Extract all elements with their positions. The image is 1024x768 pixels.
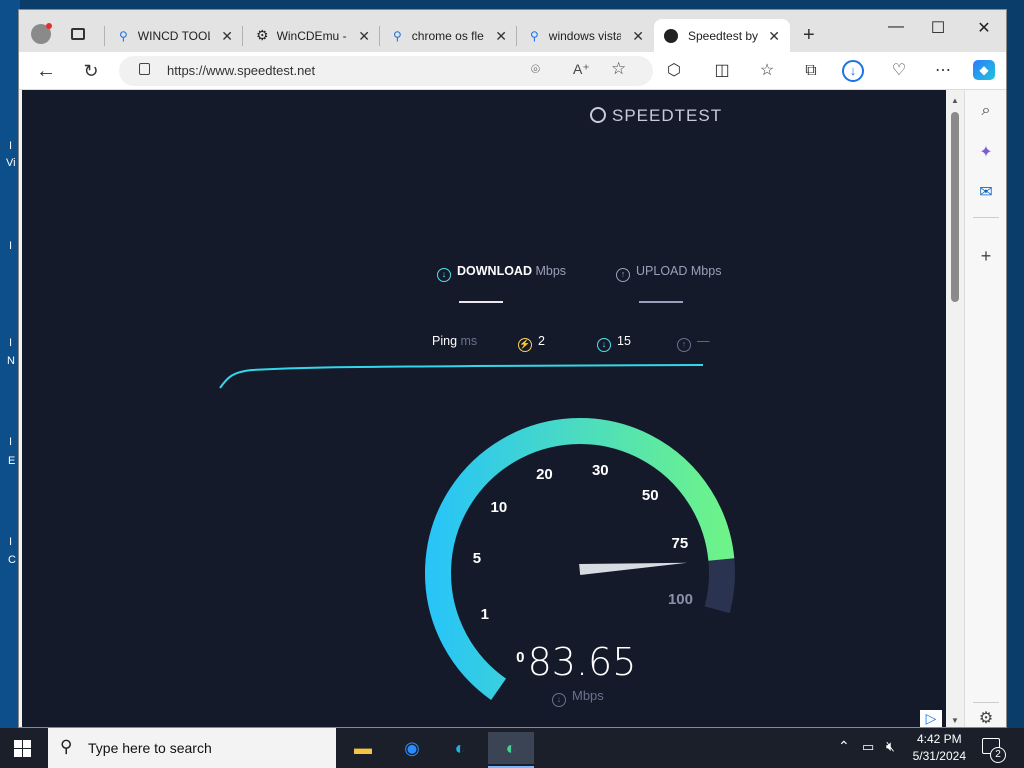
gauge-tick-label: 5 (472, 550, 482, 568)
read-aloud-icon[interactable]: A⁺ (573, 61, 590, 78)
back-icon[interactable]: ← (34, 60, 58, 82)
maximize-button[interactable]: ☐ (927, 18, 949, 38)
close-tab-icon[interactable]: ✕ (358, 28, 370, 45)
file-explorer-icon[interactable]: ▬ (343, 732, 383, 764)
volume-muted-icon[interactable]: 🔇︎ (886, 738, 895, 755)
taskbar-clock[interactable]: 4:42 PM 5/31/2024 (913, 731, 966, 765)
edge-dev-icon[interactable]: ◐ (488, 732, 534, 764)
outlook-icon[interactable]: ✉ (975, 182, 997, 204)
speedtest-icon (664, 28, 678, 43)
new-tab-button[interactable]: + (803, 24, 815, 47)
desktop-label: E (8, 455, 16, 467)
close-tab-icon[interactable]: ✕ (768, 28, 780, 45)
address-bar[interactable]: https://www.speedtest.net ⌾ A⁺ ☆ (119, 56, 653, 86)
search-icon: ⚲ (530, 28, 539, 43)
desktop-label: Vi (6, 157, 16, 169)
notification-dot (46, 23, 52, 29)
windows-start-icon[interactable] (14, 740, 31, 757)
notification-count-badge: 2 (990, 747, 1006, 763)
speedtest-page: SPEEDTEST ↓ DOWNLOAD Mbps ↑ UPLOAD Mbps Pi… (22, 90, 946, 727)
desktop-label: I (9, 140, 13, 152)
gauge-tick-label: 20 (536, 466, 553, 484)
lock-icon (139, 63, 150, 75)
close-tab-icon[interactable]: ✕ (632, 28, 644, 45)
ad-choices-icon[interactable]: ▷ (920, 710, 942, 727)
split-screen-icon[interactable]: ◫ (710, 60, 734, 82)
search-icon[interactable]: ⌕ (975, 102, 997, 124)
refresh-icon[interactable]: ↻ (79, 60, 103, 82)
tab-chrome-os[interactable]: ⚲ chrome os fle ✕ (383, 19, 517, 52)
gauge-tick-label: 50 (641, 487, 659, 505)
search-icon: ⚲ (119, 28, 128, 43)
add-sidebar-app-icon[interactable]: + (975, 246, 997, 268)
scroll-thumb[interactable] (951, 112, 959, 302)
browser-window: ⚲ WINCD TOOL ✕ ⚙ WinCDEmu - ✕ ⚲ chrome o… (18, 9, 1007, 728)
search-icon: ⚲ (393, 28, 402, 43)
gauge-tick-label: 1 (480, 605, 489, 623)
collections-icon[interactable]: ⧉ (799, 60, 823, 82)
download-arrow-icon: ↓ (552, 693, 566, 707)
copilot-icon[interactable]: ◆ (973, 60, 995, 80)
scroll-up-icon[interactable]: ▲ (951, 96, 959, 105)
gauge-tick-label: 100 (667, 590, 693, 608)
desktop-label: I (9, 240, 13, 252)
extensions-icon[interactable]: ⬡ (662, 60, 686, 82)
copilot-sidebar-icon[interactable]: ✦ (975, 142, 997, 164)
desktop-label: C (8, 554, 16, 566)
location-icon[interactable]: ⌾ (531, 61, 540, 78)
browser-essentials-icon[interactable]: ♡ (887, 60, 911, 82)
search-icon: ⚲ (60, 737, 73, 756)
browser-toolbar: ← ↻ https://www.speedtest.net ⌾ A⁺ ☆ ⬡ ◫… (19, 52, 1006, 90)
downloads-icon[interactable]: ↓ (842, 60, 864, 82)
tab-windows-vista[interactable]: ⚲ windows vista ✕ (520, 19, 654, 52)
tab-wincd-tool[interactable]: ⚲ WINCD TOOL ✕ (109, 19, 243, 52)
gauge-needle (579, 562, 688, 575)
desktop-label: I (9, 337, 13, 349)
favorite-star-icon[interactable]: ☆ (611, 59, 626, 79)
desktop-label: I (9, 436, 13, 448)
minimize-button[interactable]: — (885, 18, 907, 38)
desktop-label: I (9, 536, 13, 548)
favorites-icon[interactable]: ☆ (755, 60, 779, 82)
url-text[interactable]: https://www.speedtest.net (167, 63, 315, 78)
desktop-label: N (7, 355, 15, 367)
edge-sidebar: ⌕ ✦ ✉ + ⚙ (964, 90, 1006, 727)
taskbar-search[interactable]: ⚲ Type here to search (48, 728, 336, 768)
chrome-icon[interactable]: ◉ (392, 732, 432, 764)
close-tab-icon[interactable]: ✕ (221, 28, 233, 45)
speed-gauge (425, 418, 735, 700)
tab-wincdemu[interactable]: ⚙ WinCDEmu - ✕ (246, 19, 380, 52)
page-scrollbar[interactable]: ▲ ▼ (946, 90, 964, 727)
gauge-tick-label: 75 (671, 534, 689, 552)
more-options-icon[interactable]: ⋯ (931, 60, 955, 82)
desktop-background: I Vi I I N I E I C (0, 0, 20, 728)
settings-gear-icon[interactable]: ⚙ (975, 708, 997, 730)
edge-icon[interactable]: ◐ (440, 732, 480, 764)
gauge-tick-label: 30 (591, 461, 609, 479)
close-tab-icon[interactable]: ✕ (495, 28, 507, 45)
speed-value: 83.65 (527, 640, 637, 684)
tab-actions-icon[interactable] (71, 28, 85, 40)
speed-unit: ↓ Mbps (552, 688, 604, 707)
network-icon[interactable]: ▭ (862, 739, 874, 755)
gear-icon: ⚙ (256, 27, 269, 43)
chevron-up-icon[interactable]: ⌃ (838, 738, 850, 755)
close-window-button[interactable]: ✕ (973, 18, 995, 38)
scroll-down-icon[interactable]: ▼ (951, 716, 959, 725)
tab-strip: ⚲ WINCD TOOL ✕ ⚙ WinCDEmu - ✕ ⚲ chrome o… (19, 10, 1006, 52)
gauge-tick-label: 10 (490, 498, 508, 516)
tab-speedtest[interactable]: Speedtest by ✕ (654, 19, 790, 52)
taskbar: ⚲ Type here to search ▬ ◉ ◐ ◐ ⌃ ▭ 🔇︎ 4:4… (0, 728, 1024, 768)
